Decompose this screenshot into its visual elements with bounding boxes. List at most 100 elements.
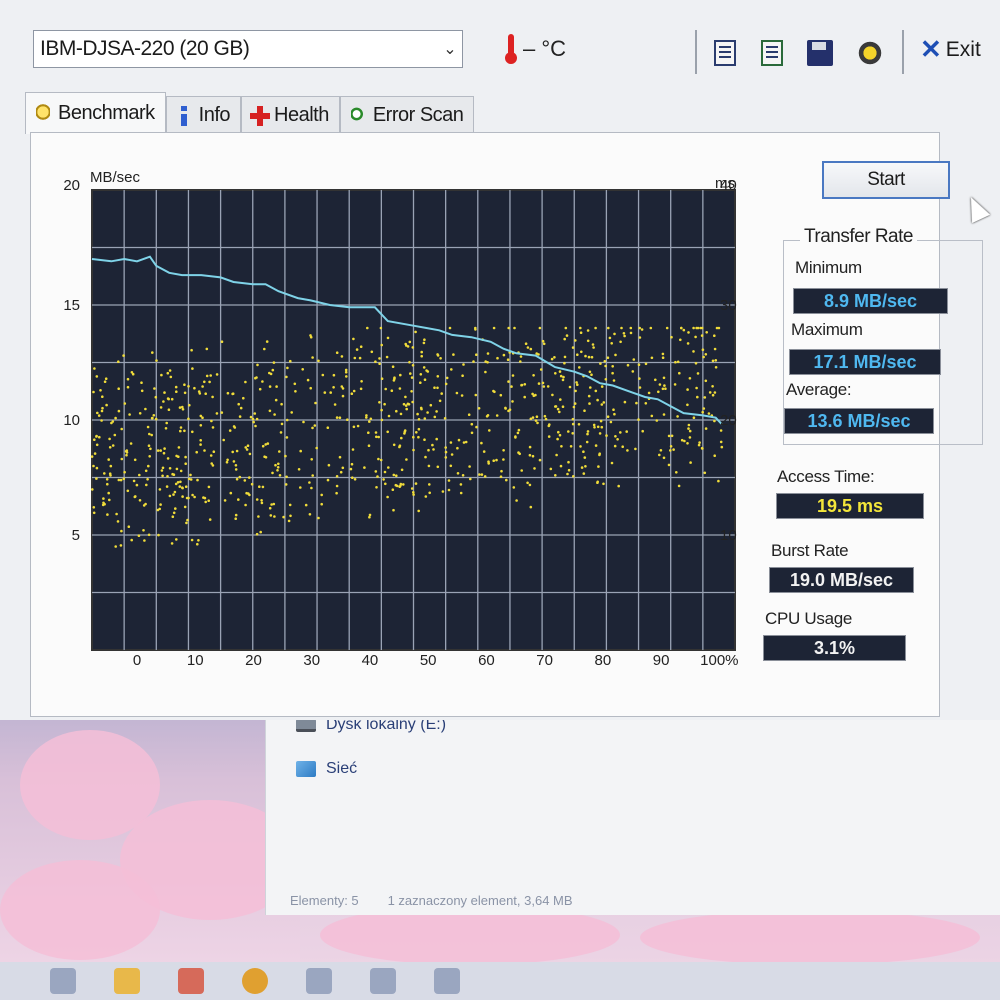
access-time-point <box>92 464 95 468</box>
access-time-point <box>436 465 440 469</box>
access-time-point <box>701 348 705 352</box>
access-time-point <box>244 503 247 507</box>
access-time-point <box>414 330 417 334</box>
access-time-point <box>635 401 638 405</box>
access-time-point <box>412 448 415 452</box>
y-tick-label: 15 <box>63 297 80 314</box>
access-time-point <box>391 365 395 369</box>
access-time-point <box>459 483 463 486</box>
explorer-item-network[interactable]: Sieć <box>296 760 357 778</box>
access-time-point <box>439 357 442 360</box>
access-time-point <box>289 359 292 363</box>
access-time-point <box>163 447 166 450</box>
access-time-point <box>146 478 149 481</box>
access-time-point <box>431 443 434 447</box>
access-time-point <box>574 339 577 342</box>
access-time-point <box>368 515 371 519</box>
access-time-point <box>248 452 252 456</box>
access-time-point <box>549 467 553 471</box>
access-time-point <box>320 502 324 506</box>
access-time-point <box>170 397 174 401</box>
access-time-point <box>586 432 589 436</box>
taskbar-store-icon[interactable] <box>178 968 204 994</box>
access-time-point <box>669 449 672 452</box>
access-time-point <box>584 465 587 468</box>
access-time-point <box>269 514 273 517</box>
access-time-point <box>143 539 146 542</box>
access-time-point <box>208 518 212 521</box>
taskbar-chrome-icon[interactable] <box>242 968 268 994</box>
access-time-point <box>359 345 363 349</box>
access-time-point <box>704 379 708 383</box>
access-time-point <box>614 435 617 438</box>
access-time-point <box>574 389 577 393</box>
access-time-point <box>252 420 255 424</box>
access-time-point <box>273 515 276 518</box>
access-time-point <box>178 406 182 409</box>
access-time-point <box>117 360 120 364</box>
access-time-point <box>341 387 345 390</box>
access-time-point <box>237 402 240 406</box>
access-time-point <box>172 511 176 515</box>
access-time-point <box>638 386 642 389</box>
access-time-point <box>100 419 103 422</box>
access-time-point <box>207 485 211 489</box>
access-time-point <box>144 502 147 506</box>
start-button[interactable]: Start <box>822 161 950 199</box>
access-time-point <box>531 416 535 419</box>
access-time-point <box>258 485 261 489</box>
access-time-point <box>353 356 357 360</box>
access-time-point <box>260 499 263 502</box>
access-time-point <box>205 347 209 351</box>
access-time-point <box>144 407 147 411</box>
access-time-point <box>220 411 224 414</box>
access-time-point <box>578 366 581 369</box>
access-time-point <box>717 479 720 483</box>
access-time-point <box>358 356 362 360</box>
access-time-point <box>426 411 429 414</box>
access-time-point <box>374 360 377 364</box>
access-time-point <box>199 424 203 427</box>
taskbar-explorer-icon[interactable] <box>114 968 140 994</box>
access-time-point <box>203 449 206 452</box>
access-time-point <box>277 462 280 466</box>
access-time-point <box>548 423 551 426</box>
access-time-point <box>528 445 532 449</box>
access-time-point <box>407 403 411 406</box>
x-tick-label: 20 <box>245 652 262 669</box>
transfer-rate-title: Transfer Rate <box>800 226 917 248</box>
access-time-point <box>711 385 714 388</box>
access-time-point <box>117 409 121 413</box>
access-time-point <box>528 483 532 487</box>
access-time-point <box>422 366 426 369</box>
access-time-point <box>215 373 219 376</box>
access-time-point <box>408 360 411 364</box>
access-time-point <box>161 466 165 470</box>
wallpaper-blossom <box>0 860 160 960</box>
access-time-point <box>352 389 356 393</box>
taskbar-app-icon[interactable] <box>50 968 76 994</box>
access-time-point <box>375 486 378 489</box>
access-time-point <box>209 374 212 377</box>
access-time-point <box>427 464 431 468</box>
access-time-point <box>382 478 385 481</box>
access-time-point <box>558 370 562 373</box>
access-time-point <box>622 332 626 335</box>
access-time-point <box>355 348 359 351</box>
access-time-point <box>492 459 496 463</box>
access-time-point <box>186 518 189 522</box>
access-time-point <box>516 431 520 435</box>
access-time-point <box>220 340 224 344</box>
access-time-point <box>376 475 379 478</box>
taskbar-settings-icon[interactable] <box>370 968 396 994</box>
access-time-point <box>254 376 257 380</box>
access-time-point <box>171 472 174 476</box>
access-time-point <box>470 422 474 426</box>
taskbar-app-icon[interactable] <box>434 968 460 994</box>
taskbar-app-icon[interactable] <box>306 968 332 994</box>
access-time-point <box>155 359 158 362</box>
access-time-point <box>384 482 387 486</box>
access-time-point <box>711 393 715 397</box>
access-time-point <box>515 499 518 502</box>
access-time-point <box>638 377 641 380</box>
